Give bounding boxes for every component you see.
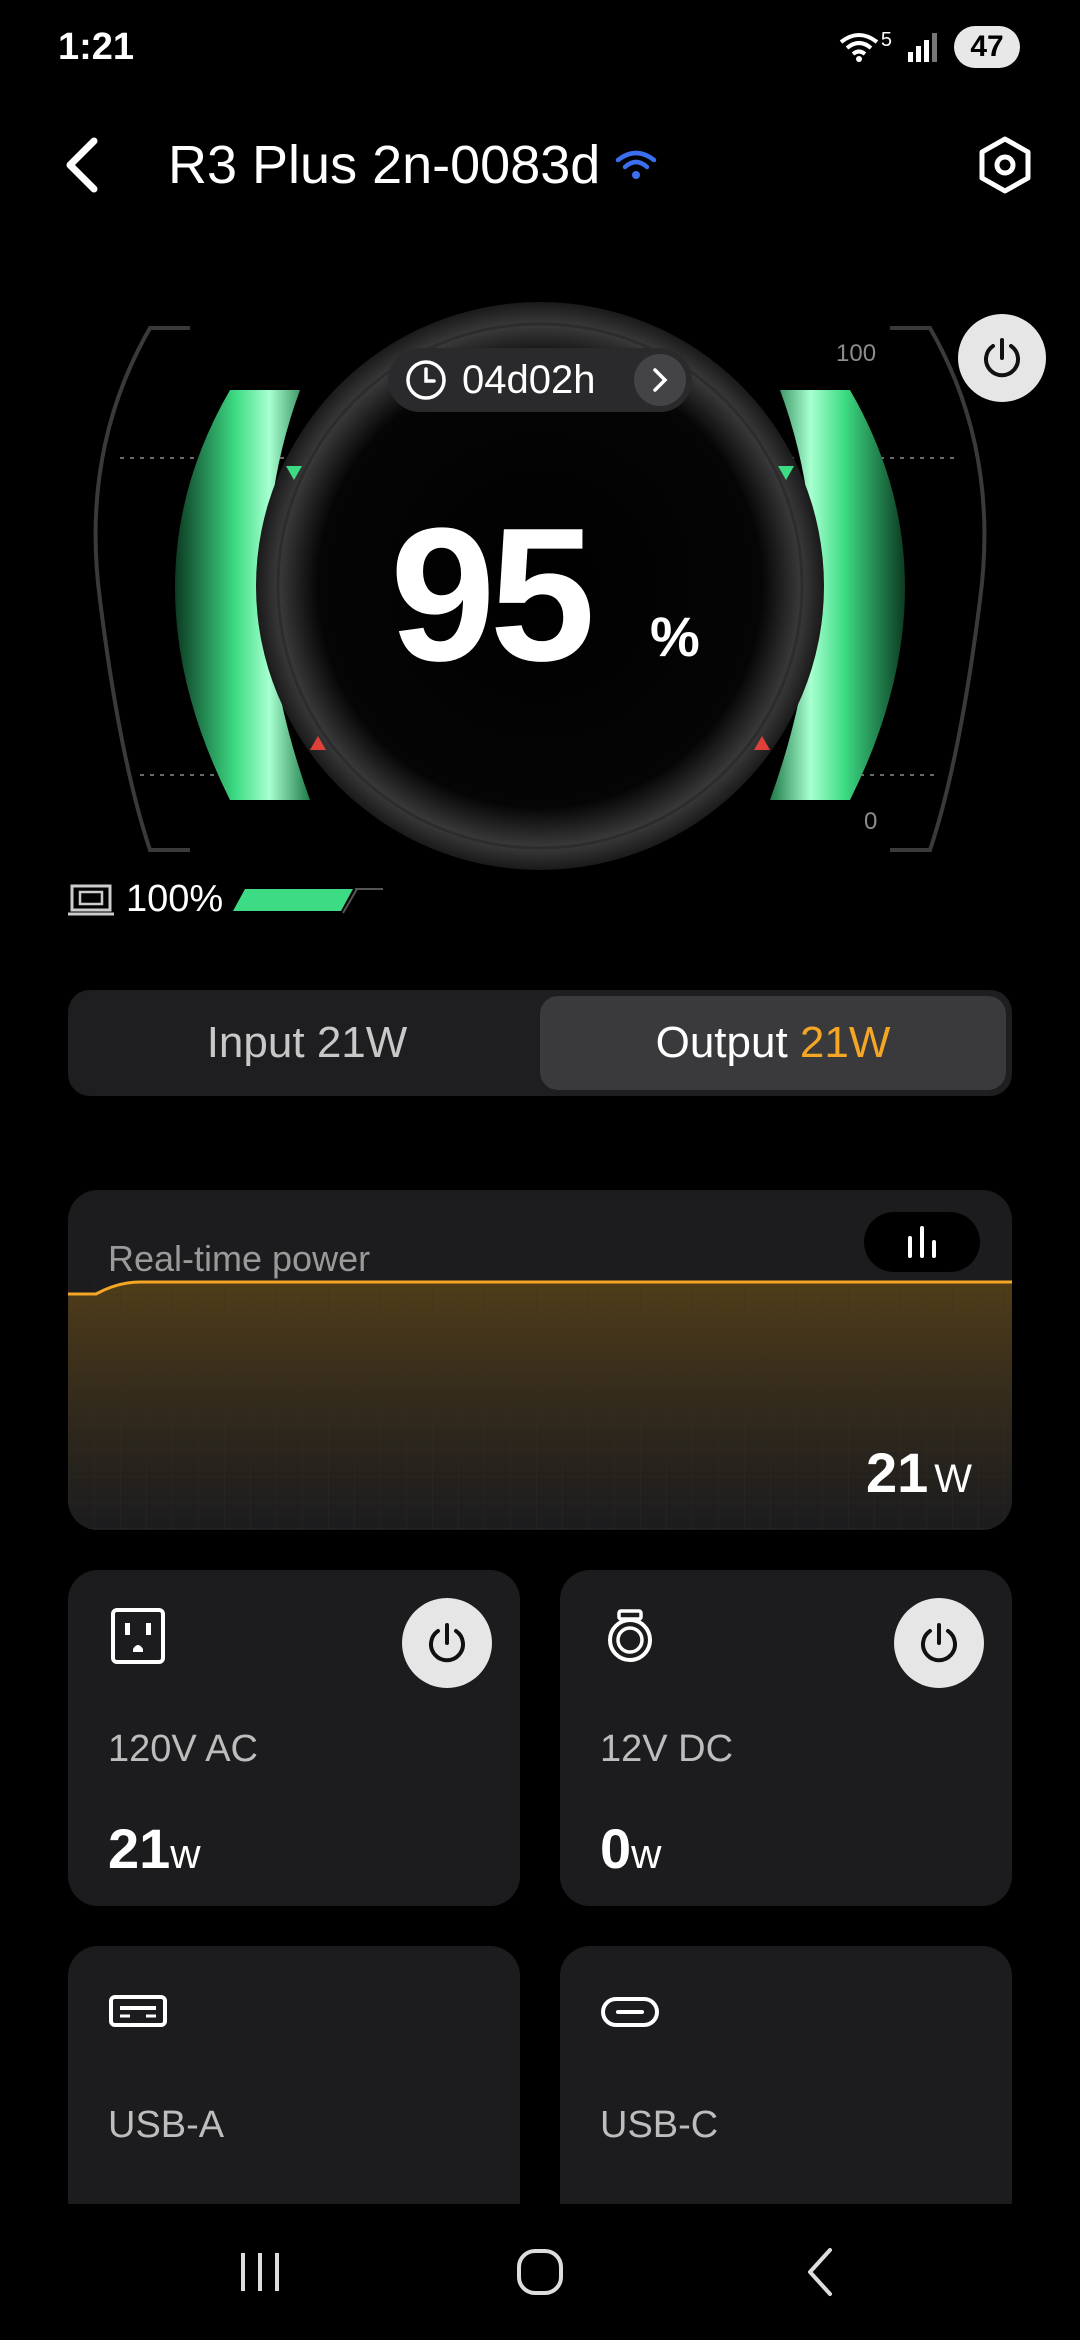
- io-tabs: Input 21W Output 21W: [68, 990, 1012, 1096]
- usb-c-icon: [600, 1982, 660, 2042]
- wifi-connected-icon: [616, 150, 657, 179]
- power-icon: [921, 1623, 957, 1663]
- wifi-status-icon: [839, 33, 879, 62]
- status-time: 1:21: [58, 26, 135, 68]
- tab-input[interactable]: Input 21W: [74, 996, 540, 1090]
- device-name: R3 Plus 2n-0083d: [168, 135, 601, 195]
- port-value: 21w: [108, 1817, 201, 1880]
- power-icon: [429, 1623, 465, 1663]
- tab-output[interactable]: Output 21W: [540, 996, 1006, 1090]
- home-button[interactable]: [485, 2232, 595, 2312]
- settings-hex-icon: [979, 136, 1031, 194]
- realtime-power-card[interactable]: Real-time power 21 W: [68, 1190, 1012, 1530]
- bar-chart-icon: [908, 1226, 936, 1258]
- time-detail-button[interactable]: [634, 354, 686, 406]
- battery-indicator: 47: [954, 26, 1020, 68]
- settings-button[interactable]: [972, 130, 1038, 200]
- scale-min-label: 0: [864, 808, 878, 835]
- home-icon: [517, 2249, 563, 2295]
- status-icons: 5 47: [837, 26, 1020, 68]
- recent-apps-icon: [241, 2253, 279, 2291]
- reserve-bar: [233, 887, 384, 914]
- port-card-ac[interactable]: 120V AC 21w: [68, 1570, 520, 1906]
- remaining-time: 04d02h: [462, 357, 596, 402]
- network-type: 5: [880, 28, 892, 51]
- ac-power-toggle[interactable]: [402, 1598, 492, 1688]
- back-button[interactable]: [52, 130, 112, 200]
- dc-power-toggle[interactable]: [894, 1598, 984, 1688]
- outlet-icon: [108, 1606, 168, 1666]
- scale-max-label: 100: [836, 340, 877, 367]
- car-socket-icon: [600, 1606, 660, 1666]
- tab-output-value: 21W: [799, 1018, 891, 1067]
- signal-icon: [908, 33, 937, 62]
- chevron-left-icon: [66, 137, 98, 193]
- realtime-title: Real-time power: [108, 1238, 371, 1279]
- percent-sign: %: [650, 605, 700, 668]
- usb-a-icon: [108, 1982, 168, 2042]
- realtime-value: 21 W: [865, 1441, 972, 1504]
- tab-input-value: 21W: [316, 1018, 408, 1067]
- back-arrow-icon: [808, 2248, 832, 2296]
- system-back-button[interactable]: [765, 2232, 875, 2312]
- chart-view-button[interactable]: [864, 1212, 980, 1272]
- port-name: 120V AC: [108, 1728, 258, 1770]
- tab-input-label: Input: [206, 1018, 305, 1067]
- chevron-right-icon: [653, 368, 668, 392]
- system-nav-bar: [0, 2204, 1080, 2340]
- reserve-percent: 100%: [126, 878, 224, 920]
- device-title: R3 Plus 2n-0083d: [168, 130, 658, 200]
- port-name: USB-A: [108, 2104, 225, 2146]
- port-name: 12V DC: [600, 1728, 734, 1770]
- reserve-indicator: 100%: [66, 878, 384, 921]
- port-name: USB-C: [600, 2104, 719, 2146]
- port-value: 0w: [600, 1817, 662, 1880]
- battery-percent: 95: [390, 489, 595, 701]
- main-power-button[interactable]: [958, 314, 1046, 402]
- battery-reserve-icon: [68, 884, 114, 915]
- clock-icon: [406, 360, 446, 400]
- recent-apps-button[interactable]: [205, 2232, 315, 2312]
- remaining-time-pill[interactable]: 04d02h: [388, 348, 692, 412]
- port-card-dc[interactable]: 12V DC 0w: [560, 1570, 1012, 1906]
- tab-output-label: Output: [655, 1018, 788, 1067]
- power-icon: [984, 338, 1020, 378]
